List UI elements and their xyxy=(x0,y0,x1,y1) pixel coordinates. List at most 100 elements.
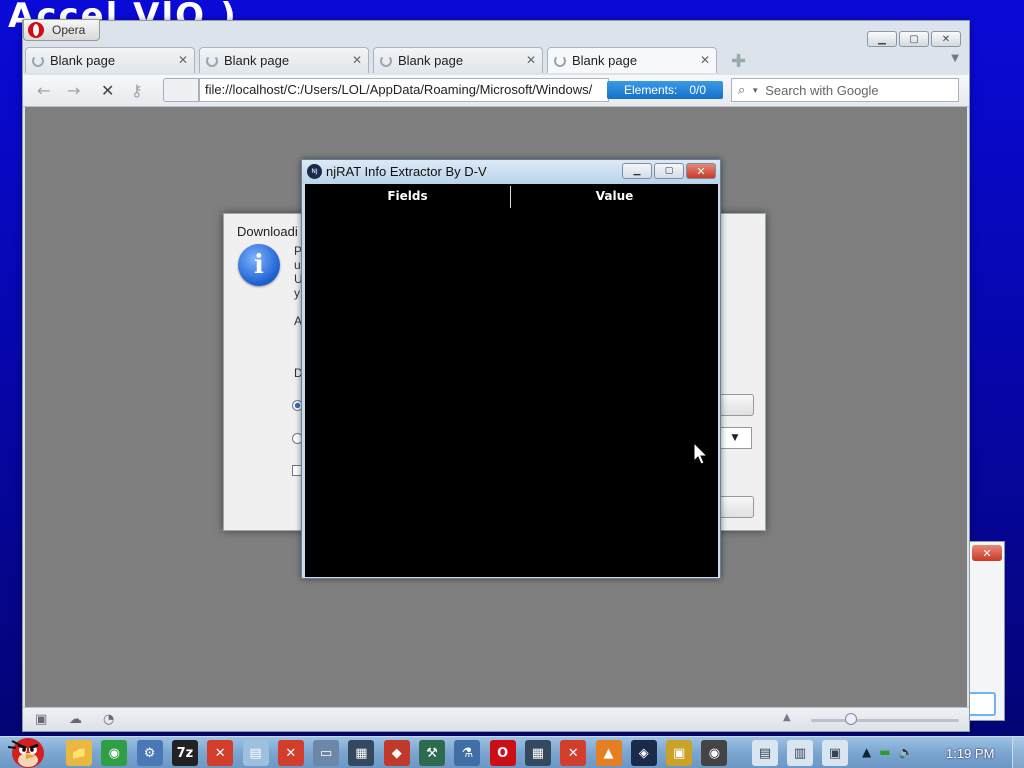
close-icon: ✕ xyxy=(696,164,706,178)
elements-value: 0/0 xyxy=(689,83,707,97)
njrat-window: NJ njRAT Info Extractor By D-V ▁ ▢ ✕ Fie… xyxy=(301,159,721,579)
column-header-value[interactable]: Value xyxy=(511,184,718,208)
stop-icon[interactable]: ✕ xyxy=(101,81,114,100)
tab-close-icon[interactable]: ✕ xyxy=(700,53,710,67)
search-dropdown-icon: ▼ xyxy=(751,85,760,95)
media-icon[interactable]: ◆ xyxy=(383,740,410,766)
show-desktop-button[interactable] xyxy=(1012,737,1024,768)
tab-4[interactable]: Blank page ✕ xyxy=(547,47,717,73)
speed-dial-icon[interactable]: ◔ xyxy=(103,712,114,727)
close-icon: ✕ xyxy=(941,33,951,45)
tab-close-icon[interactable]: ✕ xyxy=(352,53,362,67)
tray-expand-icon[interactable]: ▲ xyxy=(862,745,871,759)
network-icon[interactable]: ⚙ xyxy=(136,740,163,766)
loading-icon xyxy=(554,54,566,67)
maximize-icon: ▢ xyxy=(909,33,919,45)
app-icon[interactable]: ▦ xyxy=(524,740,551,766)
zoom-slider-handle[interactable] xyxy=(845,713,857,725)
system-tray: ▲ ▬ 🔈 xyxy=(862,745,914,759)
cloud-icon[interactable]: ☁ xyxy=(69,712,82,727)
njrat-close-button[interactable]: ✕ xyxy=(686,163,716,179)
maximize-button[interactable]: ▢ xyxy=(899,31,929,47)
njrat-title: njRAT Info Extractor By D-V xyxy=(326,164,487,179)
document-icon[interactable]: ▤ xyxy=(752,740,778,766)
error-icon[interactable]: ✕ xyxy=(207,740,234,766)
vlc-icon[interactable]: ▲ xyxy=(595,740,622,766)
opera-logo-icon xyxy=(28,22,44,38)
njrat-icon[interactable]: ◈ xyxy=(630,740,657,766)
archive-icon[interactable]: ▥ xyxy=(787,740,813,766)
eye-icon[interactable]: ◉ xyxy=(701,740,728,766)
minimize-icon: ▁ xyxy=(878,33,886,45)
search-icon: ⌕ xyxy=(738,82,746,97)
tab-label: Blank page xyxy=(398,53,464,68)
dialog-text-fragment: u xyxy=(294,258,301,272)
back-arrow-icon[interactable]: ← xyxy=(37,81,50,100)
tab-label: Blank page xyxy=(224,53,290,68)
njrat-app-icon: NJ xyxy=(307,164,322,179)
njrat-list-view[interactable]: Fields Value xyxy=(305,184,718,577)
chrome-icon[interactable]: ◉ xyxy=(101,740,128,766)
tab-menu-chevron-icon[interactable]: ▼ xyxy=(951,53,959,64)
opera-menu-label: Opera xyxy=(52,23,86,37)
screen-icon[interactable]: ▣ xyxy=(822,740,848,766)
7zip-icon[interactable]: 7z xyxy=(171,740,198,766)
tab-close-icon[interactable]: ✕ xyxy=(526,53,536,67)
new-tab-icon[interactable]: ✚ xyxy=(731,51,746,72)
folder-icon[interactable]: 📁 xyxy=(66,740,92,766)
tab-2[interactable]: Blank page ✕ xyxy=(199,47,369,73)
column-header-fields[interactable]: Fields xyxy=(305,184,510,208)
tab-label: Blank page xyxy=(572,53,638,68)
njrat-maximize-button[interactable]: ▢ xyxy=(654,163,684,179)
error-icon[interactable]: ✕ xyxy=(277,740,304,766)
partial-window-close-button[interactable]: ✕ xyxy=(972,545,1002,561)
volume-icon[interactable]: 🔈 xyxy=(899,745,914,759)
key-icon[interactable]: ⚷ xyxy=(131,81,143,100)
minimize-button[interactable]: ▁ xyxy=(867,31,897,47)
tool-icon[interactable]: ⚒ xyxy=(419,740,445,766)
zoom-up-icon[interactable]: ▲ xyxy=(783,712,791,723)
dialog-text-fragment: y xyxy=(294,286,300,300)
notepad-icon[interactable]: ▤ xyxy=(242,740,269,766)
status-bar: ▣ ☁ ◔ ▲ xyxy=(23,707,969,731)
njrat-titlebar[interactable]: NJ njRAT Info Extractor By D-V ▁ ▢ ✕ xyxy=(302,160,720,184)
njrat-minimize-button[interactable]: ▁ xyxy=(622,163,652,179)
njrat-window-controls: ▁ ▢ ✕ xyxy=(622,163,716,179)
partial-window-field[interactable] xyxy=(970,692,996,716)
python-icon[interactable]: ⚗ xyxy=(454,740,481,766)
taskbar-clock[interactable]: 1:19 PM xyxy=(946,746,994,761)
elements-label: Elements: xyxy=(623,83,678,97)
opera-window-controls: ▁ ▢ ✕ xyxy=(867,31,961,47)
error-icon[interactable]: ✕ xyxy=(560,740,587,766)
download-dialog-title: Downloadi xyxy=(237,224,298,239)
network-tray-icon[interactable]: ▬ xyxy=(879,745,890,759)
cancel-button[interactable] xyxy=(718,496,754,518)
panel-toggle-icon[interactable]: ▣ xyxy=(35,712,47,727)
window-icon[interactable]: ▭ xyxy=(313,740,340,766)
tab-label: Blank page xyxy=(50,53,116,68)
forward-arrow-icon[interactable]: → xyxy=(67,81,80,100)
navigation-toolbar: ← → ✕ ⚷ file://localhost/C:/Users/LOL/Ap… xyxy=(23,75,969,107)
partial-window: ✕ xyxy=(969,541,1005,721)
search-field[interactable]: ⌕ ▼ Search with Google xyxy=(731,78,959,102)
tab-bar: Blank page ✕ Blank page ✕ Blank page ✕ B… xyxy=(25,47,965,75)
maximize-icon: ▢ xyxy=(664,166,674,176)
info-icon: i xyxy=(238,244,280,286)
tab-close-icon[interactable]: ✕ xyxy=(178,53,188,67)
start-button-angry-bird-icon[interactable] xyxy=(6,733,48,768)
opera-icon[interactable]: O xyxy=(489,740,516,766)
choose-button[interactable] xyxy=(718,394,754,416)
loading-icon xyxy=(380,54,392,67)
close-button[interactable]: ✕ xyxy=(931,31,961,47)
zoom-slider[interactable] xyxy=(811,719,959,722)
save-location-select[interactable]: ▼ xyxy=(718,427,752,449)
elements-counter[interactable]: Elements: 0/0 xyxy=(607,81,723,99)
address-field[interactable]: file://localhost/C:/Users/LOL/AppData/Ro… xyxy=(199,78,609,102)
tab-1[interactable]: Blank page ✕ xyxy=(25,47,195,73)
address-badge[interactable] xyxy=(163,78,199,102)
tab-3[interactable]: Blank page ✕ xyxy=(373,47,543,73)
taskbar: 📁 ◉ ⚙ 7z ✕ ▤ ✕ ▭ ▦ ◆ ⚒ ⚗ O ▦ ✕ ▲ ◈ ▣ ◉ ▤ ▥ ▣ ▲ ▬ 🔈 1:19 PM xyxy=(0,736,1024,768)
opera-menu-button[interactable]: Opera xyxy=(23,19,100,41)
disk-icon[interactable]: ▣ xyxy=(666,740,693,766)
app-icon[interactable]: ▦ xyxy=(348,740,375,766)
